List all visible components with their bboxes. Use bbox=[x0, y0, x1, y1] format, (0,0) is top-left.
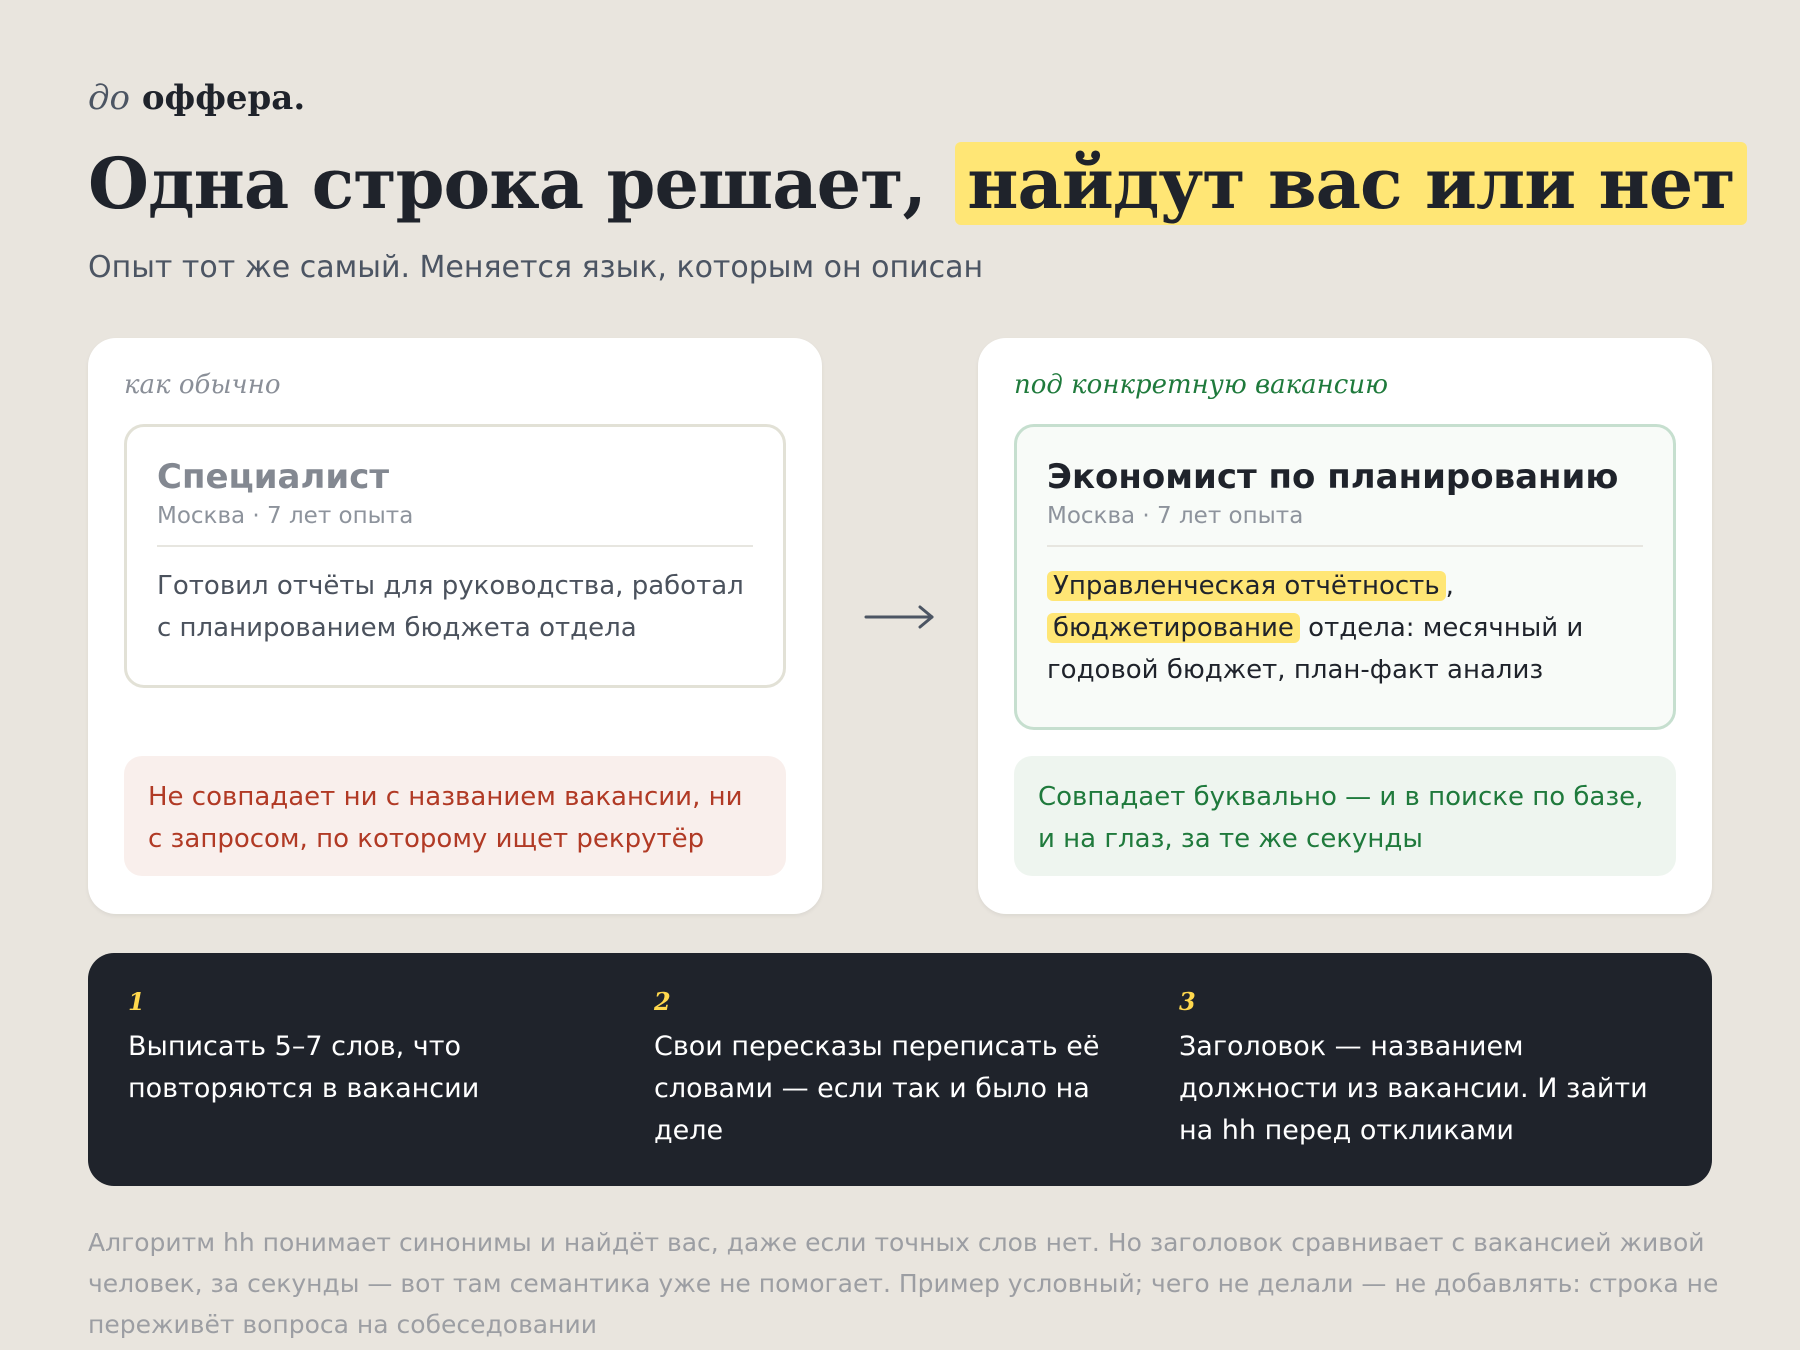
after-label: под конкретную вакансию bbox=[1014, 370, 1389, 400]
page-subtitle: Опыт тот же самый. Меняется язык, которы… bbox=[88, 250, 984, 285]
step-number: 1 bbox=[128, 987, 145, 1016]
before-resume-title: Специалист bbox=[157, 457, 390, 497]
after-resume-meta: Москва · 7 лет опыта bbox=[1047, 503, 1643, 547]
before-resume-meta: Москва · 7 лет опыта bbox=[157, 503, 753, 547]
step-text: Выписать 5–7 слов, что повторяются в вак… bbox=[128, 1031, 480, 1104]
page-title: Одна строка решает, найдут вас или нет bbox=[88, 142, 1747, 225]
arrow-right-icon bbox=[864, 605, 934, 629]
steps-panel: 1 Выписать 5–7 слов, что повторяются в в… bbox=[88, 953, 1712, 1186]
step-item: 3 Заголовок — названием должности из вак… bbox=[1179, 987, 1679, 1152]
after-resume-title: Экономист по планированию bbox=[1047, 457, 1619, 497]
keyword-highlight: бюджетирование bbox=[1047, 613, 1300, 643]
title-highlight: найдут вас или нет bbox=[955, 142, 1747, 225]
brand-name: оффера. bbox=[141, 78, 306, 118]
keyword-highlight: Управленческая отчётность bbox=[1047, 571, 1446, 601]
after-card: под конкретную вакансию Экономист по пла… bbox=[978, 338, 1712, 914]
before-verdict: Не совпадает ни с названием вакансии, ни… bbox=[124, 756, 786, 876]
step-number: 2 bbox=[654, 987, 671, 1016]
brand-prefix: до bbox=[88, 78, 131, 118]
step-text: Заголовок — названием должности из вакан… bbox=[1179, 1031, 1648, 1146]
brand-logo: до оффера. bbox=[88, 78, 305, 118]
after-resume-body: Управленческая отчётность, бюджетирование… bbox=[1047, 565, 1643, 691]
title-main: Одна строка решает, bbox=[88, 142, 927, 225]
before-label: как обычно bbox=[124, 370, 281, 400]
before-resume-body: Готовил отчёты для руководства, работал … bbox=[157, 571, 744, 643]
step-number: 3 bbox=[1179, 987, 1196, 1016]
keyword-separator: , bbox=[1445, 571, 1454, 601]
after-resume-preview: Экономист по планированию Москва · 7 лет… bbox=[1014, 424, 1676, 730]
before-card: как обычно Специалист Москва · 7 лет опы… bbox=[88, 338, 822, 914]
step-text: Свои пересказы переписать её словами — е… bbox=[654, 1031, 1100, 1146]
step-item: 1 Выписать 5–7 слов, что повторяются в в… bbox=[128, 987, 628, 1110]
footnote: Алгоритм hh понимает синонимы и найдёт в… bbox=[88, 1228, 1719, 1339]
after-verdict: Совпадает буквально — и в поиске по базе… bbox=[1014, 756, 1676, 876]
step-item: 2 Свои пересказы переписать её словами —… bbox=[654, 987, 1144, 1152]
before-resume-preview: Специалист Москва · 7 лет опыта Готовил … bbox=[124, 424, 786, 688]
